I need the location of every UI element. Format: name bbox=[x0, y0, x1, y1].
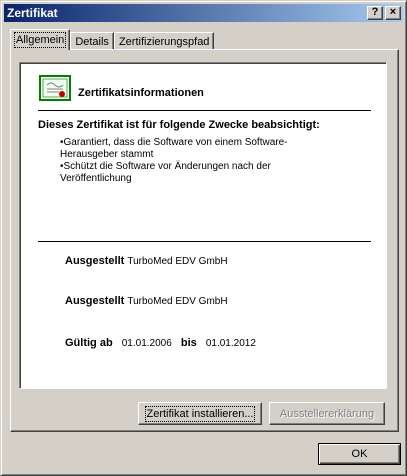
valid-to-label: bis bbox=[180, 337, 197, 349]
issued-to-value: TurboMed EDV GmbH bbox=[127, 256, 228, 267]
info-title: Zertifikatsinformationen bbox=[78, 87, 204, 99]
ok-button[interactable]: OK bbox=[318, 443, 401, 465]
tab-strip: Allgemein Details Zertifizierungspfad bbox=[10, 29, 215, 50]
title-bar[interactable]: Zertifikat ? × bbox=[4, 4, 403, 22]
valid-from-label: Gültig ab bbox=[65, 337, 113, 349]
certificate-dialog: Zertifikat ? × Allgemein Details Zertifi… bbox=[0, 0, 407, 476]
tab-details[interactable]: Details bbox=[70, 32, 114, 50]
tab-zertifizierungspfad[interactable]: Zertifizierungspfad bbox=[113, 32, 215, 50]
close-button[interactable]: × bbox=[385, 6, 401, 20]
purpose-list: •Garantiert, dass die Software von einem… bbox=[60, 137, 360, 185]
purpose-heading: Dieses Zertifikat ist für folgende Zweck… bbox=[38, 119, 320, 131]
valid-from-value: 01.01.2006 bbox=[121, 338, 172, 349]
list-item: •Schützt die Software vor Änderungen nac… bbox=[60, 161, 271, 172]
issued-to-row: Ausgestellt TurboMed EDV GmbH bbox=[65, 255, 228, 267]
issued-by-row: Ausgestellt TurboMed EDV GmbH bbox=[65, 295, 228, 307]
issued-to-label: Ausgestellt bbox=[65, 255, 125, 267]
certificate-icon bbox=[39, 75, 71, 101]
certificate-info-panel: Zertifikatsinformationen Dieses Zertifik… bbox=[19, 62, 387, 389]
list-item: Veröffentlichung bbox=[60, 173, 132, 184]
list-item: Herausgeber stammt bbox=[60, 149, 154, 160]
divider-top bbox=[38, 110, 371, 111]
issuer-statement-button[interactable]: Ausstellererklärung bbox=[269, 402, 385, 425]
install-certificate-button[interactable]: Zertifikat installieren... bbox=[138, 402, 262, 425]
issued-by-value: TurboMed EDV GmbH bbox=[127, 296, 228, 307]
tab-allgemein[interactable]: Allgemein bbox=[10, 29, 71, 50]
list-item: •Garantiert, dass die Software von einem… bbox=[60, 137, 288, 148]
window-title: Zertifikat bbox=[7, 6, 58, 20]
validity-row: Gültig ab 01.01.2006 bis 01.01.2012 bbox=[65, 337, 262, 349]
valid-to-value: 01.01.2012 bbox=[205, 338, 256, 349]
issued-by-label: Ausgestellt bbox=[65, 295, 125, 307]
divider-bottom bbox=[38, 241, 371, 242]
help-button[interactable]: ? bbox=[367, 6, 383, 20]
